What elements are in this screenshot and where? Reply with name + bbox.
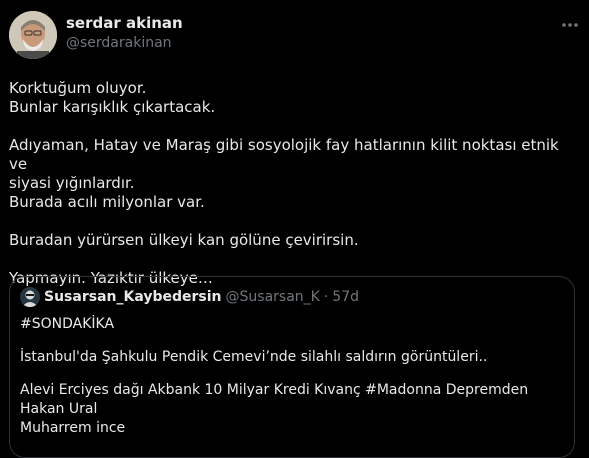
quote-line: Alevi Erciyes dağı Akbank 10 Milyar Kred… <box>20 382 529 417</box>
quoted-author-name[interactable]: Susarsan_Kaybedersin <box>44 289 222 305</box>
person-avatar-icon <box>9 11 57 59</box>
quoted-tweet-text: #SONDAKİKA İstanbul'da Şahkulu Pendik Ce… <box>20 315 565 452</box>
separator-dot: · <box>323 289 329 305</box>
quoted-author-handle[interactable]: @Susarsan_K <box>226 289 320 305</box>
quote-line: #SONDAKİKA <box>20 316 115 332</box>
quote-line: İstanbul'da Şahkulu Pendik Cemevi’nde si… <box>20 349 488 365</box>
tweet-paragraph: Adıyaman, Hatay ve Maraş gibi sosyolojik… <box>9 136 581 212</box>
tweet-text: Korktuğum oluyor. Bunlar karışıklık çıka… <box>9 79 581 307</box>
more-horizontal-icon[interactable] <box>559 14 581 36</box>
tweet-line: Korktuğum oluyor. <box>9 79 147 97</box>
tweet-line: Bunlar karışıklık çıkartacak. <box>9 98 216 116</box>
quote-paragraph: İstanbul'da Şahkulu Pendik Cemevi’nde si… <box>20 348 565 367</box>
quoted-tweet-header: Susarsan_Kaybedersin @Susarsan_K · 57d <box>20 287 359 307</box>
quote-paragraph: #SONDAKİKA <box>20 315 565 334</box>
author-handle[interactable]: @serdarakinan <box>66 35 172 51</box>
quoted-tweet-card[interactable]: Susarsan_Kaybedersin @Susarsan_K · 57d #… <box>9 276 575 458</box>
quoted-timestamp[interactable]: 57d <box>332 289 359 305</box>
author-avatar[interactable] <box>9 11 57 59</box>
tweet: serdar akinan @serdarakinan Korktuğum ol… <box>0 0 589 458</box>
tweet-line: Adıyaman, Hatay ve Maraş gibi sosyolojik… <box>9 136 559 173</box>
quote-line: Muharrem ince <box>20 420 126 436</box>
quote-paragraph: Alevi Erciyes dağı Akbank 10 Milyar Kred… <box>20 381 565 438</box>
tweet-line: Buradan yürürsen ülkeyi kan gölüne çevir… <box>9 231 359 249</box>
tweet-line: siyasi yığınlardır. <box>9 174 135 192</box>
tweet-line: Burada acılı milyonlar var. <box>9 193 205 211</box>
tweet-paragraph: Korktuğum oluyor. Bunlar karışıklık çıka… <box>9 79 581 117</box>
author-name[interactable]: serdar akinan <box>66 14 183 32</box>
quoted-avatar-icon[interactable] <box>20 287 40 307</box>
tweet-paragraph: Buradan yürürsen ülkeyi kan gölüne çevir… <box>9 231 581 250</box>
